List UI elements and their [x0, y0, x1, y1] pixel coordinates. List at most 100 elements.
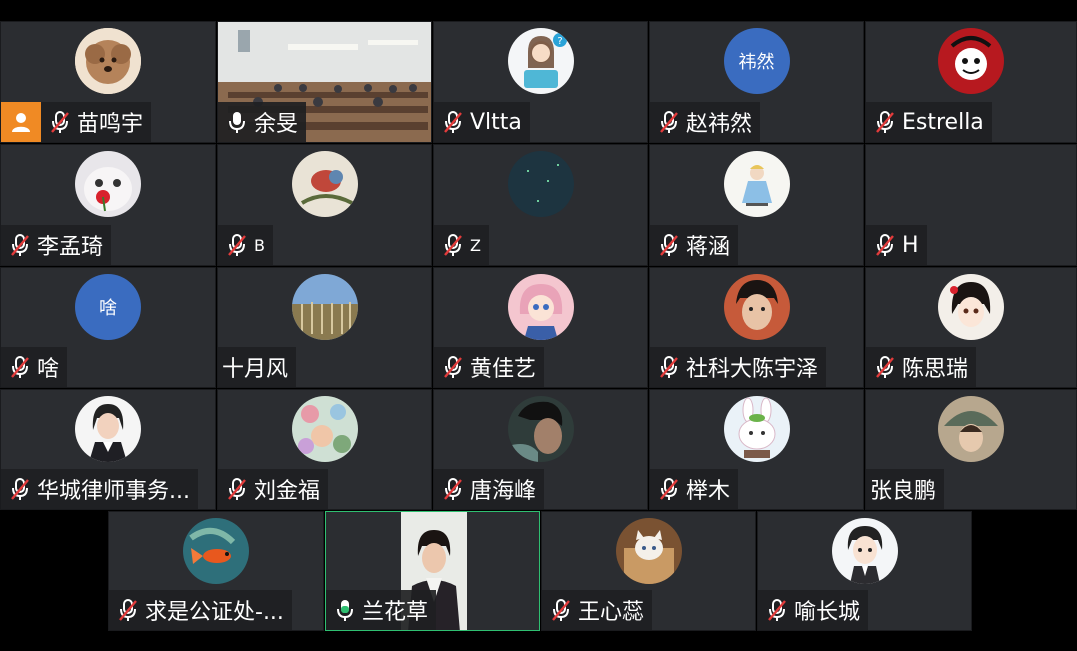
participant-name: 王心蕊 [578, 600, 645, 625]
participant-name: 苗鸣宇 [77, 112, 144, 137]
participant-tile[interactable]: 陈思瑞 [865, 267, 1077, 388]
participant-avatar [938, 274, 1004, 340]
participant-label: Z [434, 225, 489, 265]
mic-icon [229, 112, 245, 133]
participant-tile[interactable]: Z [433, 144, 648, 266]
participant-label: 蒋涵 [650, 225, 739, 265]
participant-name: B [254, 235, 265, 255]
mic-muted-icon [51, 111, 69, 133]
mic-muted-icon [876, 111, 894, 133]
participant-avatar [723, 396, 790, 462]
participant-name: 喻长城 [794, 600, 861, 625]
mic-muted-icon [11, 234, 29, 256]
participant-name: 陈思瑞 [902, 357, 969, 382]
participant-label: 陈思瑞 [866, 347, 977, 387]
participant-name: 余旻 [254, 112, 299, 137]
participant-label: 兰花草 [326, 590, 437, 630]
participant-tile[interactable]: 求是公证处-... [108, 511, 324, 631]
participant-name: 十月风 [222, 357, 289, 382]
participant-name: Z [470, 235, 481, 255]
participant-avatar [507, 151, 574, 217]
participant-name: 求是公证处-... [145, 600, 284, 625]
participant-avatar: 祎然 [723, 28, 790, 94]
mic-muted-icon [444, 234, 462, 256]
participant-label: 赵祎然 [650, 102, 761, 142]
mic-muted-icon [444, 111, 462, 133]
participant-avatar [291, 151, 358, 217]
participant-tile[interactable]: 社科大陈宇泽 [649, 267, 864, 388]
participant-tile[interactable]: 王心蕊 [541, 511, 756, 631]
mic-muted-icon [768, 599, 786, 621]
mic-muted-icon [11, 478, 29, 500]
participant-label: Estrella [866, 102, 992, 142]
mic-muted-icon [11, 356, 29, 378]
participant-name: 蒋涵 [686, 235, 731, 260]
mic-muted-icon [660, 478, 678, 500]
participant-avatar: ? [507, 28, 574, 94]
person-icon [1, 102, 41, 142]
participant-tile[interactable]: 喻长城 [757, 511, 972, 631]
participant-label: 唐海峰 [434, 469, 545, 509]
participant-label: 榉木 [650, 469, 739, 509]
participant-name: 兰花草 [362, 600, 429, 625]
mic-muted-icon [444, 478, 462, 500]
mic-muted-icon [660, 356, 678, 378]
avatar-initials: 祎然 [738, 52, 775, 73]
participant-label: 华城律师事务... [1, 469, 198, 509]
participant-avatar [507, 274, 574, 340]
participant-avatar [291, 396, 358, 462]
participant-tile[interactable]: 祎然 赵祎然 [649, 21, 864, 143]
participant-avatar [291, 274, 358, 340]
participant-label: Vltta [434, 102, 530, 142]
participant-name: 刘金福 [254, 479, 321, 504]
participant-label: 王心蕊 [542, 590, 653, 630]
mic-speaking-icon [337, 600, 353, 621]
participant-label: 啥 [1, 347, 68, 387]
participant-name: 华城律师事务... [37, 479, 190, 504]
participant-tile[interactable]: 张良鹏 [865, 389, 1077, 510]
participant-name: 社科大陈宇泽 [686, 357, 819, 382]
participant-avatar [183, 518, 249, 584]
participant-label: 黄佳艺 [434, 347, 545, 387]
participant-label: 喻长城 [758, 590, 869, 630]
avatar-initials: 啥 [99, 298, 117, 319]
participant-tile[interactable]: 刘金福 [217, 389, 432, 510]
participant-tile[interactable]: 华城律师事务... [0, 389, 216, 510]
participant-label: 求是公证处-... [109, 590, 292, 630]
participant-tile[interactable]: 苗鸣宇 [0, 21, 216, 143]
participant-label: 余旻 [218, 102, 307, 142]
mic-muted-icon [228, 234, 246, 256]
participant-avatar [938, 396, 1004, 462]
participant-tile[interactable]: 唐海峰 [433, 389, 648, 510]
participant-name: 黄佳艺 [470, 357, 537, 382]
participant-tile[interactable]: Estrella [865, 21, 1077, 143]
participant-tile[interactable]: 十月风 [217, 267, 432, 388]
participant-name: Vltta [470, 109, 522, 135]
participant-tile-active-speaker[interactable]: 兰花草 [325, 511, 540, 631]
participant-avatar: 啥 [75, 274, 141, 340]
participant-avatar [507, 396, 574, 462]
participant-avatar [75, 396, 141, 462]
participant-tile[interactable]: B [217, 144, 432, 266]
participant-tile[interactable]: 黄佳艺 [433, 267, 648, 388]
participant-label: 社科大陈宇泽 [650, 347, 827, 387]
participant-label: 刘金福 [218, 469, 329, 509]
participant-name: H [902, 232, 919, 258]
participant-name: 啥 [37, 357, 60, 382]
participant-tile[interactable]: 李孟琦 [0, 144, 216, 266]
mic-muted-icon [228, 478, 246, 500]
meeting-gallery: 苗鸣宇 余旻 ? Vltta 祎然 赵祎然 Estrella 李孟琦 B Z 蒋… [0, 0, 1077, 651]
participant-tile[interactable]: 榉木 [649, 389, 864, 510]
participant-tile[interactable]: 啥 啥 [0, 267, 216, 388]
participant-avatar [723, 274, 790, 340]
mic-muted-icon [876, 356, 894, 378]
participant-tile[interactable]: 蒋涵 [649, 144, 864, 266]
participant-tile[interactable]: ? Vltta [433, 21, 648, 143]
participant-tile[interactable]: 余旻 [217, 21, 432, 143]
participant-avatar [75, 151, 141, 217]
participant-avatar [938, 28, 1004, 94]
participant-tile[interactable]: H [865, 144, 1077, 266]
participant-label: H [866, 225, 927, 265]
mic-muted-icon [876, 234, 894, 256]
participant-avatar [723, 151, 790, 217]
